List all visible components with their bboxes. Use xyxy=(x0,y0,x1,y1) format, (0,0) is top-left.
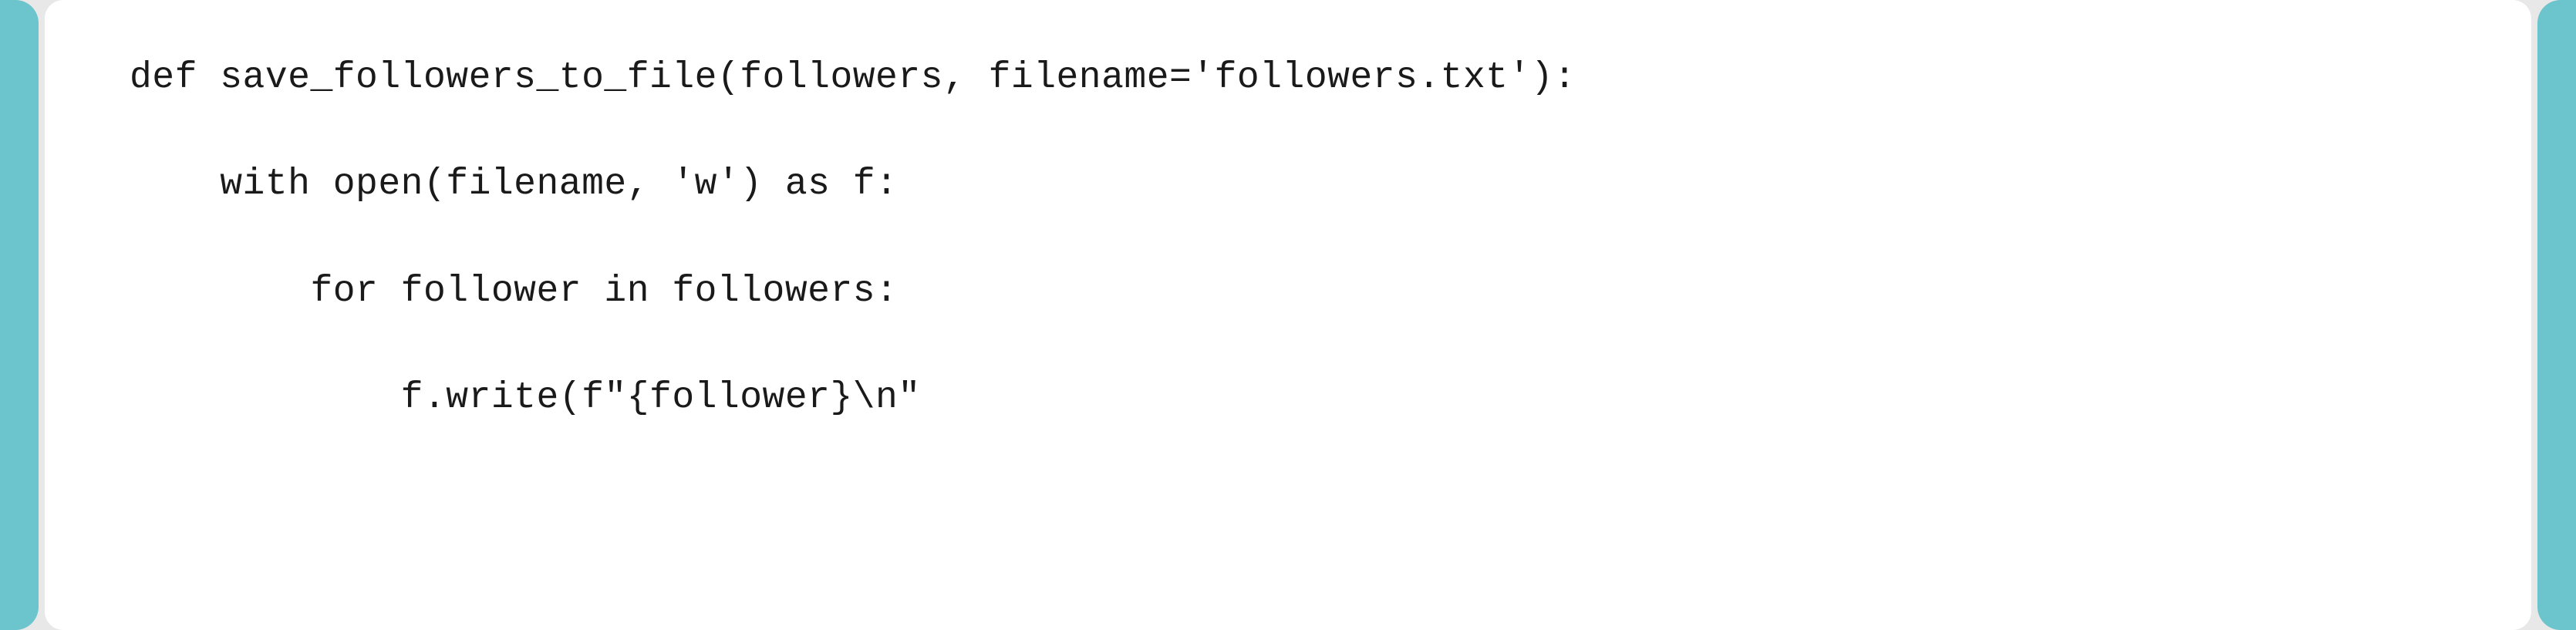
code-line-4: f.write(f"{follower}\n" xyxy=(130,374,2446,422)
code-line-1: def save_followers_to_file(followers, fi… xyxy=(130,54,2446,102)
right-accent-bar xyxy=(2537,0,2576,630)
code-line-2: with open(filename, 'w') as f: xyxy=(130,160,2446,208)
code-block: def save_followers_to_file(followers, fi… xyxy=(45,0,2531,630)
left-accent-bar xyxy=(0,0,39,630)
code-line-3: for follower in followers: xyxy=(130,268,2446,315)
